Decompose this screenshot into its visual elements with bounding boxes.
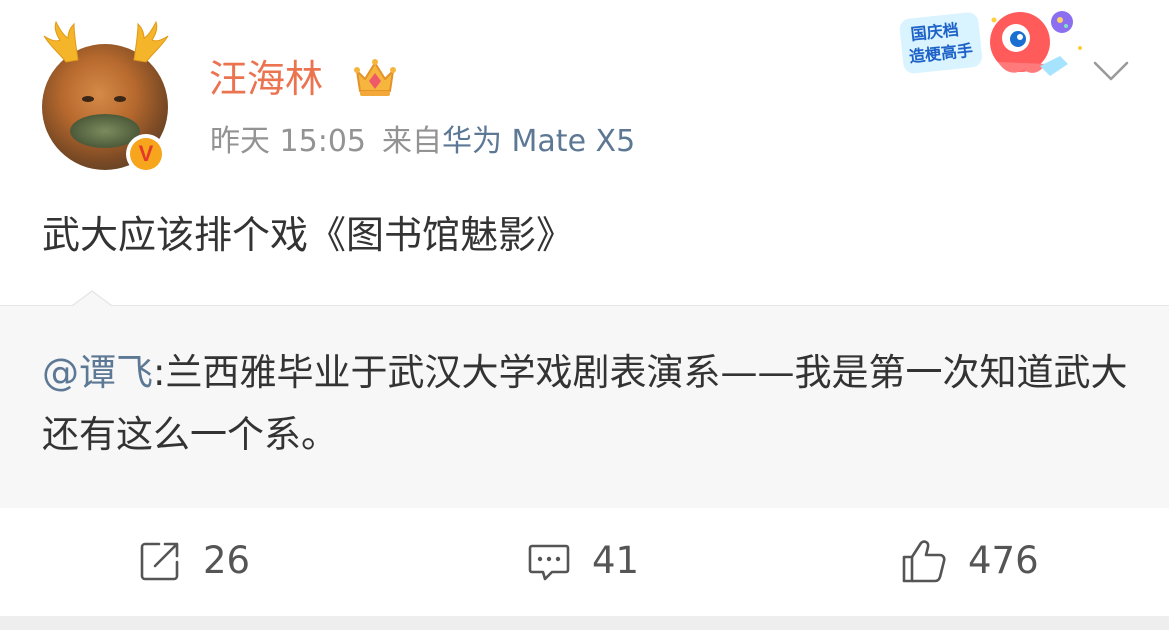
share-button[interactable]: 26 [137,538,250,584]
author-name[interactable]: 汪海林 [209,56,323,102]
post-text: 武大应该排个戏《图书馆魅影》 [42,213,575,257]
post-time: 昨天 15:05 [210,124,366,159]
verified-icon: V [126,134,166,174]
repost-text: @谭飞:兰西雅毕业于武汉大学戏剧表演系——我是第一次知道武大还有这么一个系。 [42,342,1132,466]
comment-count: 41 [592,539,640,582]
comment-icon [528,544,570,581]
weibo-post-card: V 汪海林 昨天 15:05 来自华为 Mate X5 国庆档 造梗高手 武大应该… [0,0,1169,509]
post-meta: 昨天 15:05 来自华为 Mate X5 [210,122,635,162]
share-icon [140,542,179,581]
repost-pointer [72,290,112,308]
repost-mention[interactable]: @谭飞 [42,351,153,394]
repost-body: :兰西雅毕业于武汉大学戏剧表演系——我是第一次知道武大还有这么一个系。 [42,351,1128,456]
holiday-sticker: 国庆档 造梗高手 [896,9,1082,77]
post-source-prefix: 来自 [382,124,442,159]
avatar-eye-right [114,96,126,102]
like-button[interactable]: 476 [900,538,1039,584]
weibo-watermark-icon [930,596,1156,616]
chevron-down-icon[interactable] [1092,60,1130,82]
crown-icon [354,59,396,96]
verified-badge-letter: V [130,138,162,170]
thumbs-up-icon [902,540,946,583]
like-count: 476 [968,539,1039,582]
author-avatar-wrap[interactable]: V [36,16,176,176]
share-count: 26 [203,539,251,582]
comment-button[interactable]: 41 [526,538,639,584]
avatar-eye-left [82,96,94,102]
antler-headband-icon [43,20,169,63]
post-device[interactable]: 华为 Mate X5 [442,124,635,159]
